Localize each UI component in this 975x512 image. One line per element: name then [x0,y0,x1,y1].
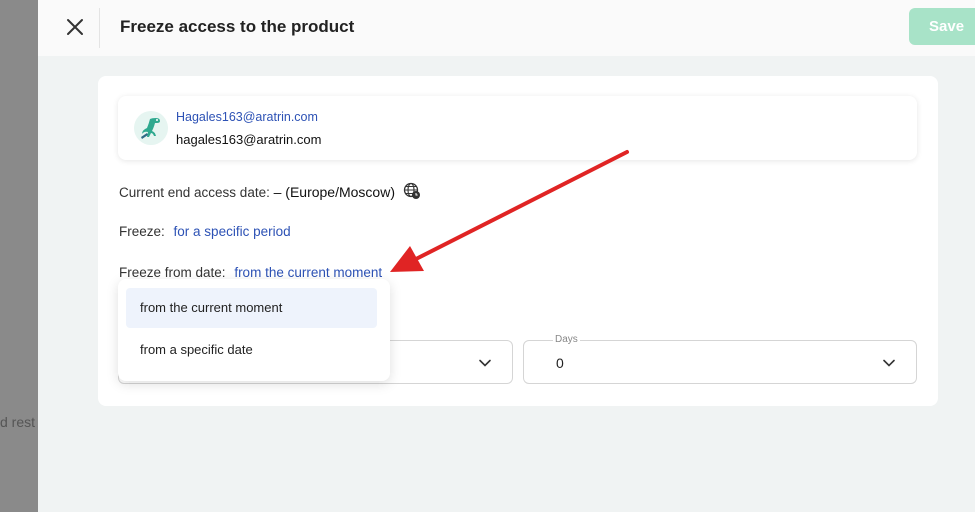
freeze-from-label: Freeze from date: [119,265,226,280]
backdrop-text: d rest [0,414,36,430]
freeze-from-link[interactable]: from the current moment [234,265,382,280]
access-date-row: Current end access date: – (Europe/Mosco… [119,182,421,200]
chevron-down-icon [479,359,491,367]
user-email-link[interactable]: Hagales163@aratrin.com [176,110,318,124]
days-value: 0 [556,355,564,371]
freeze-label: Freeze: [119,224,165,239]
freeze-from-dropdown: from the current moment from a specific … [118,279,390,381]
globe-clock-icon [403,182,420,199]
option-current-moment[interactable]: from the current moment [126,288,377,328]
chevron-down-icon [883,359,895,367]
user-email: hagales163@aratrin.com [176,132,322,147]
save-button[interactable]: Save [909,8,975,45]
days-select[interactable]: Days 0 [523,334,917,384]
days-label: Days [553,334,580,345]
freeze-access-panel: Freeze access to the product Save Hagale… [38,0,975,512]
close-icon [67,19,83,35]
option-specific-date[interactable]: from a specific date [126,330,377,370]
avatar [134,111,168,145]
header-divider [99,8,100,48]
dinosaur-avatar-icon [134,111,168,145]
freeze-period-link[interactable]: for a specific period [174,224,291,239]
freeze-from-row: Freeze from date: from the current momen… [119,265,382,280]
access-date-label: Current end access date: [119,185,270,200]
freeze-row: Freeze: for a specific period [119,224,291,239]
page-title: Freeze access to the product [120,17,355,36]
user-card: Hagales163@aratrin.com hagales163@aratri… [118,96,917,160]
access-date-value: – (Europe/Moscow) [273,184,395,200]
panel-header: Freeze access to the product Save [38,0,975,56]
close-button[interactable] [60,12,90,42]
modal-backdrop: d rest [0,0,38,512]
freeze-form-card: Hagales163@aratrin.com hagales163@aratri… [98,76,938,406]
